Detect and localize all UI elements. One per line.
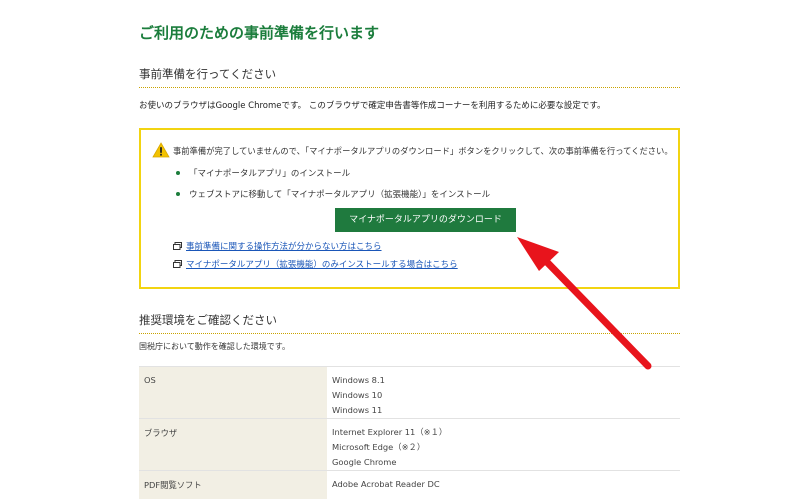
warning-icon [152,142,170,158]
env-section-heading: 推奨環境をご確認ください [139,312,680,334]
env-values-browser: Internet Explorer 11（※１） Microsoft Edge（… [327,418,680,471]
env-values-pdf: Adobe Acrobat Reader DC [327,470,680,499]
page: ご利用のための事前準備を行います 事前準備を行ってください お使いのブラウザはG… [0,0,800,500]
env-label-os: OS [139,366,327,419]
bullet-icon [176,170,180,175]
external-window-icon [173,241,182,250]
table-row: ブラウザ Internet Explorer 11（※１） Microsoft … [139,418,680,471]
env-label-browser: ブラウザ [139,418,327,471]
extension-only-link[interactable]: マイナポータルアプリ（拡張機能）のみインストールする場合はこちら [186,260,458,270]
env-value: Windows 11 [332,405,383,415]
table-row: PDF閲覧ソフト Adobe Acrobat Reader DC [139,470,680,499]
extension-link-row: マイナポータルアプリ（拡張機能）のみインストールする場合はこちら [173,258,458,270]
external-window-icon [173,259,182,268]
env-value: Internet Explorer 11（※１） [332,427,448,437]
env-label-pdf: PDF閲覧ソフト [139,470,327,499]
step-label: ウェブストアに移動して「マイナポータルアプリ（拡張機能）」をインストール [189,190,491,200]
prep-section-heading: 事前準備を行ってください [139,66,680,88]
env-value: Adobe Acrobat Reader DC [332,479,440,489]
env-value: Google Chrome [332,457,397,467]
help-link-row: 事前準備に関する操作方法が分からない方はこちら [173,240,382,252]
env-value: Windows 10 [332,390,383,400]
env-value: Windows 8.1 [332,375,385,385]
download-button[interactable]: マイナポータルアプリのダウンロード [335,208,516,232]
notice-message: 事前準備が完了していませんので、「マイナポータルアプリのダウンロード」ボタンをク… [173,146,673,156]
bullet-icon [176,191,180,196]
list-item: 「マイナポータルアプリ」のインストール [176,167,350,179]
page-title: ご利用のための事前準備を行います [139,24,380,42]
env-intro-text: 国税庁において動作を確認した環境です。 [139,342,290,351]
list-item: ウェブストアに移動して「マイナポータルアプリ（拡張機能）」をインストール [176,188,490,200]
table-row: OS Windows 8.1 Windows 10 Windows 11 [139,366,680,419]
operation-help-link[interactable]: 事前準備に関する操作方法が分からない方はこちら [186,242,382,252]
browser-intro-text: お使いのブラウザはGoogle Chromeです。 このブラウザで確定申告書等作… [139,101,606,111]
step-label: 「マイナポータルアプリ」のインストール [189,169,351,179]
env-value: Microsoft Edge（※２） [332,442,426,452]
env-table: OS Windows 8.1 Windows 10 Windows 11 ブラウ… [139,366,680,499]
notice-box: 事前準備が完了していませんので、「マイナポータルアプリのダウンロード」ボタンをク… [139,128,680,289]
env-values-os: Windows 8.1 Windows 10 Windows 11 [327,366,680,419]
